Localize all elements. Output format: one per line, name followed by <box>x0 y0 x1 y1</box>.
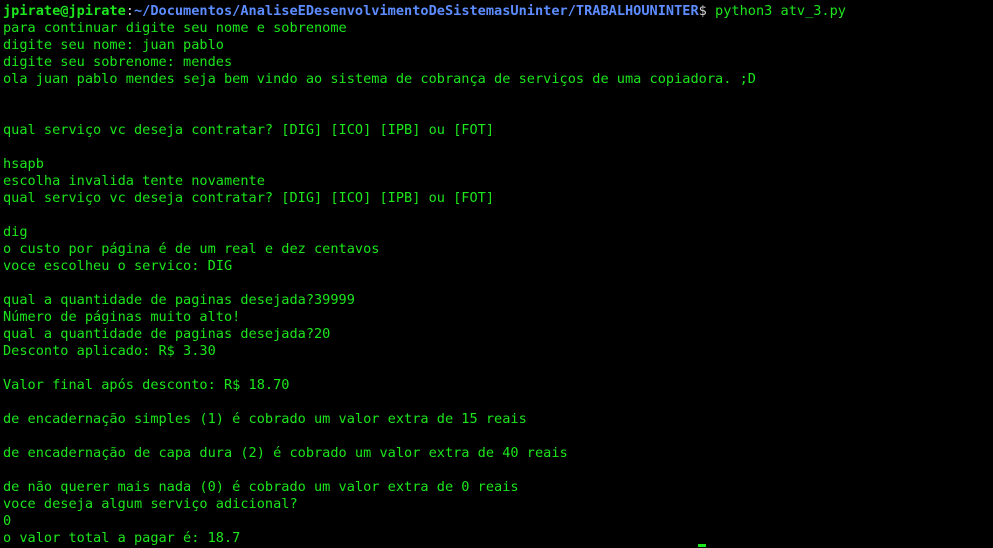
output-line: para continuar digite seu nome e sobreno… <box>3 20 347 36</box>
output-line: voce escolheu o servico: DIG <box>3 258 233 274</box>
prompt-command: python3 atv_3.py <box>706 3 846 19</box>
output-line: hsapb <box>3 156 44 172</box>
output-line: o custo por página é de um real e dez ce… <box>3 241 380 257</box>
prompt-user-host: jpirate@jpirate <box>3 3 126 19</box>
output-line: de encadernação de capa dura (2) é cobra… <box>3 445 568 461</box>
output-line: Desconto aplicado: R$ 3.30 <box>3 343 216 359</box>
output-line: digite seu nome: juan pablo <box>3 37 224 53</box>
prompt-path: ~/Documentos/AnaliseEDesenvolvimentoDeSi… <box>133 3 699 19</box>
output-line: de encadernação simples (1) é cobrado um… <box>3 411 527 427</box>
output-line: o valor total a pagar é: 18.7 <box>3 530 241 546</box>
output-line: qual serviço vc deseja contratar? [DIG] … <box>3 190 495 206</box>
output-line: qual a quantidade de paginas desejada?39… <box>3 292 355 308</box>
prompt-dollar: $ <box>698 3 707 19</box>
output-line: qual serviço vc deseja contratar? [DIG] … <box>3 122 495 138</box>
shell-prompt-line: jpirate@jpirate:~/Documentos/AnaliseEDes… <box>3 3 993 20</box>
prompt-separator: : <box>125 3 134 19</box>
output-line: 0 <box>3 513 12 529</box>
output-line: voce deseja algum serviço adicional? <box>3 496 298 512</box>
output-line: digite seu sobrenome: mendes <box>3 54 233 70</box>
output-line: qual a quantidade de paginas desejada?20 <box>3 326 331 342</box>
output-line: Número de páginas muito alto! <box>3 309 241 325</box>
terminal-window[interactable]: jpirate@jpirate:~/Documentos/AnaliseEDes… <box>0 0 993 548</box>
output-line: Valor final após desconto: R$ 18.70 <box>3 377 290 393</box>
output-line: dig <box>3 224 28 240</box>
terminal-cursor <box>698 544 706 547</box>
output-line: ola juan pablo mendes seja bem vindo ao … <box>3 71 756 87</box>
output-line: escolha invalida tente novamente <box>3 173 265 189</box>
output-line: de não querer mais nada (0) é cobrado um… <box>3 479 519 495</box>
